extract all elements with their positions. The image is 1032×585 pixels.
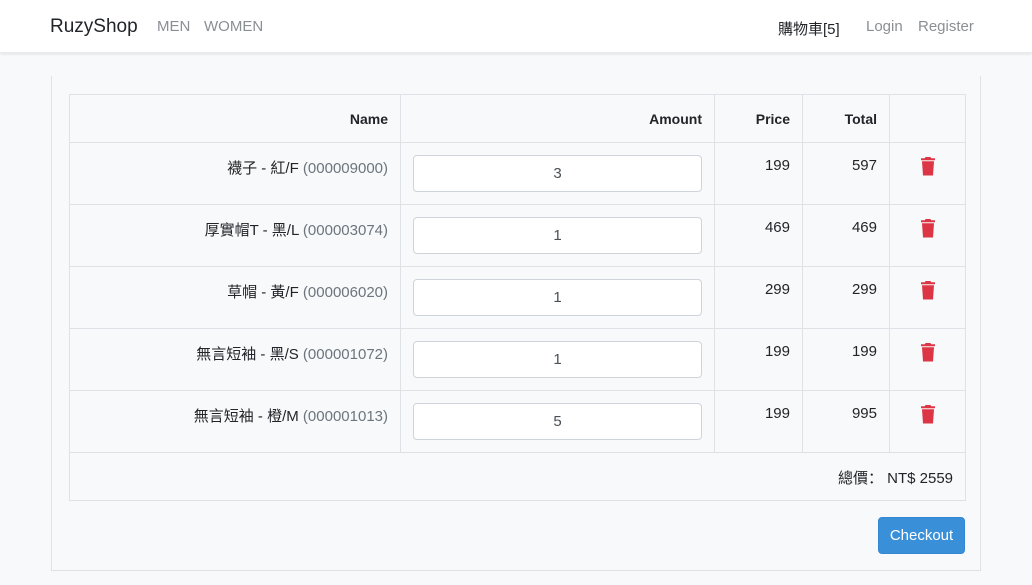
item-name: 襪子 - 紅/F <box>227 160 299 177</box>
quantity-input[interactable]: 1 <box>413 217 702 254</box>
header-total: Total <box>802 94 890 143</box>
quantity-input[interactable]: 5 <box>413 403 702 440</box>
item-amount-cell: 1 <box>400 328 715 391</box>
header-price: Price <box>714 94 803 143</box>
item-total: 299 <box>802 266 890 329</box>
table-row: 厚實帽T - 黑/L (000003074) 1 469 469 <box>69 204 966 267</box>
item-name-cell: 無言短袖 - 橙/M (000001013) <box>69 390 401 453</box>
item-name-cell: 無言短袖 - 黑/S (000001072) <box>69 328 401 391</box>
item-sku: (000001072) <box>302 346 388 363</box>
delete-cell <box>889 390 966 453</box>
header-actions <box>889 94 966 143</box>
item-amount-cell: 1 <box>400 266 715 329</box>
item-total: 597 <box>802 142 890 205</box>
item-total: 199 <box>802 328 890 391</box>
item-sku: (000006020) <box>302 284 388 301</box>
table-row: 草帽 - 黃/F (000006020) 1 299 299 <box>69 266 966 329</box>
item-price: 199 <box>714 142 803 205</box>
trash-icon[interactable] <box>920 157 935 176</box>
table-row: 襪子 - 紅/F (000009000) 3 199 597 <box>69 142 966 205</box>
item-sku: (000009000) <box>302 160 388 177</box>
brand-logo[interactable]: RuzyShop <box>50 16 138 38</box>
item-price: 199 <box>714 328 803 391</box>
item-sku: (000001013) <box>302 408 388 425</box>
item-sku: (000003074) <box>302 222 388 239</box>
checkout-button[interactable]: Checkout <box>878 517 965 554</box>
table-header-row: Name Amount Price Total <box>69 94 966 143</box>
table-row: 無言短袖 - 橙/M (000001013) 5 199 995 <box>69 390 966 453</box>
item-name: 無言短袖 - 黑/S <box>196 346 299 363</box>
item-price: 469 <box>714 204 803 267</box>
item-name: 無言短袖 - 橙/M <box>193 408 299 425</box>
grand-total-row: 總價： NT$ 2559 <box>69 452 966 501</box>
item-name: 草帽 - 黃/F <box>227 284 299 301</box>
item-total: 469 <box>802 204 890 267</box>
grand-total-value: NT$ 2559 <box>887 470 953 487</box>
quantity-input[interactable]: 1 <box>413 279 702 316</box>
table-row: 無言短袖 - 黑/S (000001072) 1 199 199 <box>69 328 966 391</box>
nav-link-men[interactable]: MEN <box>157 18 190 35</box>
delete-cell <box>889 204 966 267</box>
navbar: RuzyShop MEN WOMEN 購物車[5] Login Register <box>0 0 1032 53</box>
grand-total-label: 總價： <box>837 470 883 487</box>
nav-link-women[interactable]: WOMEN <box>204 18 263 35</box>
trash-icon[interactable] <box>920 281 935 300</box>
delete-cell <box>889 142 966 205</box>
header-name: Name <box>69 94 401 143</box>
cart-table: Name Amount Price Total 襪子 - 紅/F (000009… <box>69 94 966 501</box>
trash-icon[interactable] <box>920 343 935 362</box>
delete-cell <box>889 266 966 329</box>
item-amount-cell: 3 <box>400 142 715 205</box>
quantity-input[interactable]: 3 <box>413 155 702 192</box>
quantity-input[interactable]: 1 <box>413 341 702 378</box>
item-price: 199 <box>714 390 803 453</box>
item-total: 995 <box>802 390 890 453</box>
trash-icon[interactable] <box>920 405 935 424</box>
delete-cell <box>889 328 966 391</box>
item-name: 厚實帽T - 黑/L <box>204 222 299 239</box>
trash-icon[interactable] <box>920 219 935 238</box>
header-amount: Amount <box>400 94 715 143</box>
item-name-cell: 草帽 - 黃/F (000006020) <box>69 266 401 329</box>
item-name-cell: 襪子 - 紅/F (000009000) <box>69 142 401 205</box>
item-price: 299 <box>714 266 803 329</box>
cart-panel: Name Amount Price Total 襪子 - 紅/F (000009… <box>51 76 981 571</box>
item-amount-cell: 1 <box>400 204 715 267</box>
nav-link-register[interactable]: Register <box>918 18 974 35</box>
nav-link-login[interactable]: Login <box>866 18 903 35</box>
grand-total-cell: 總價： NT$ 2559 <box>69 452 966 501</box>
item-amount-cell: 5 <box>400 390 715 453</box>
nav-link-cart[interactable]: 購物車[5] <box>778 18 840 39</box>
item-name-cell: 厚實帽T - 黑/L (000003074) <box>69 204 401 267</box>
